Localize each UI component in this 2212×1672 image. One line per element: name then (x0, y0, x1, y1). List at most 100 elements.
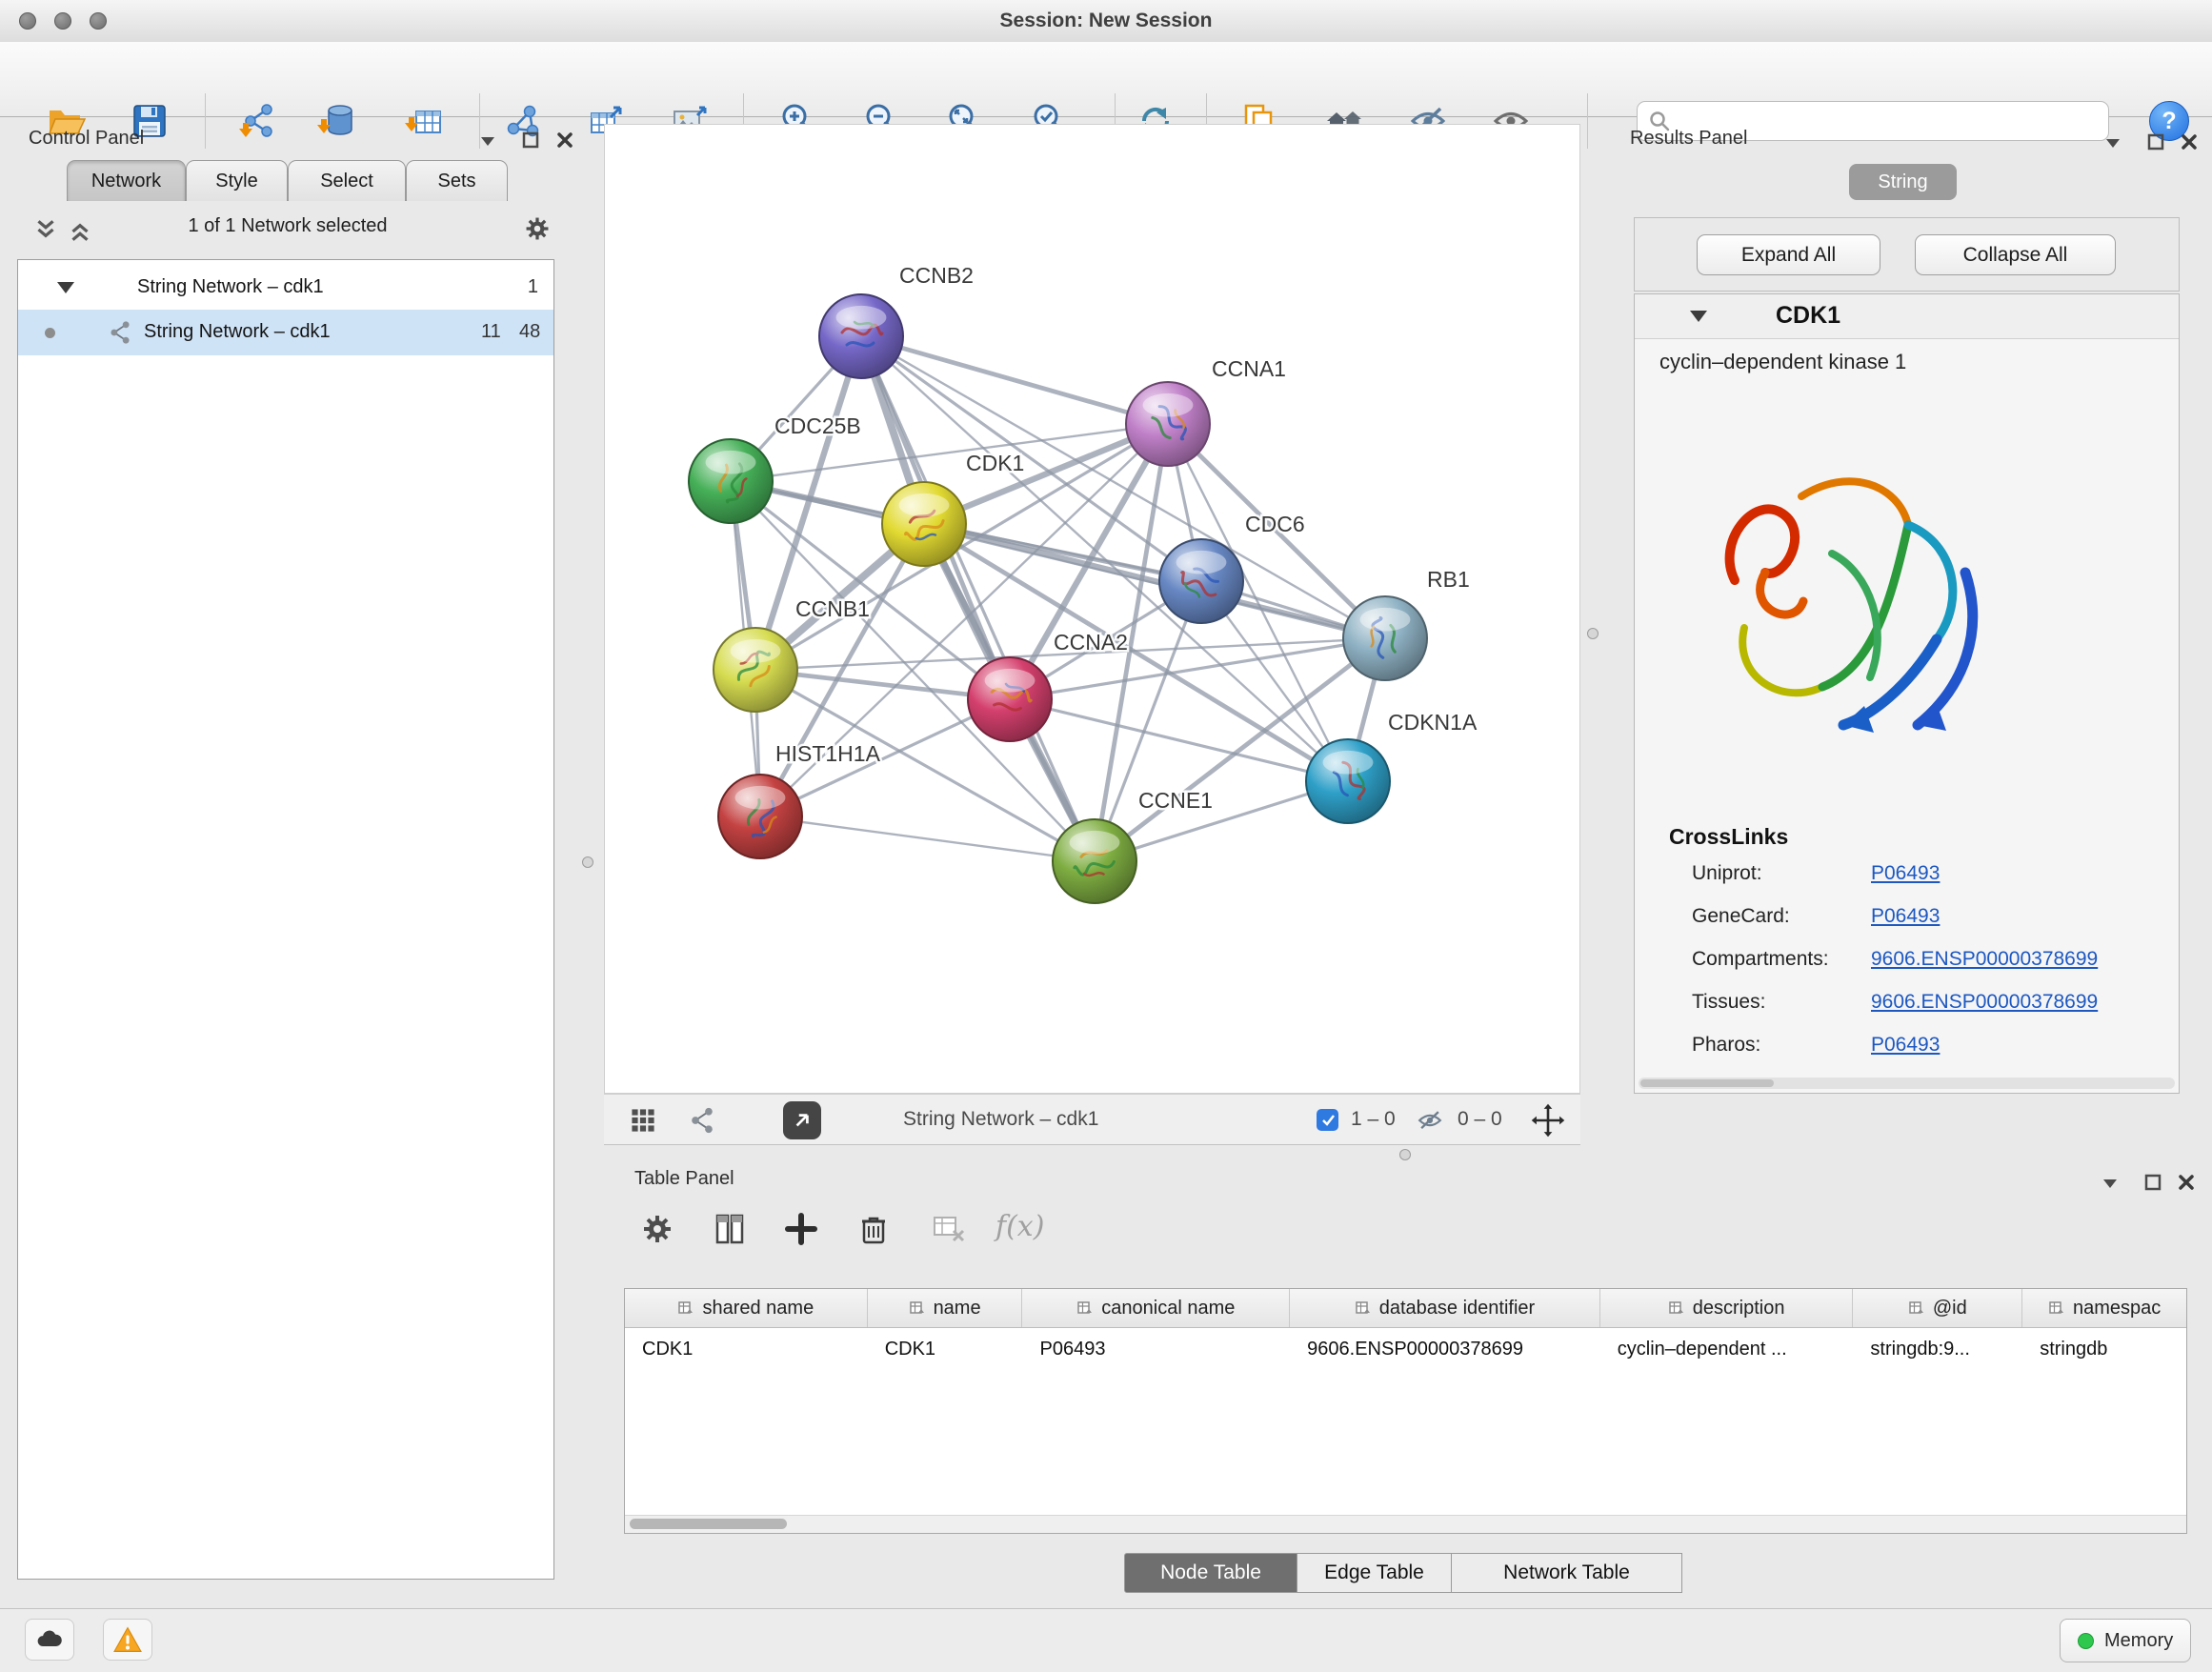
collapse-section-icon[interactable] (1690, 311, 1707, 322)
table-panel-float-button[interactable] (2144, 1174, 2162, 1196)
control-panel-float-button[interactable] (522, 131, 539, 153)
birds-eye-view-icon[interactable] (627, 1104, 659, 1141)
open-in-new-window-button[interactable] (783, 1101, 821, 1139)
crosslink-label: Compartments: (1692, 948, 1829, 971)
network-view-toolbar: String Network – cdk1 1 – 0 0 – 0 (604, 1094, 1580, 1145)
right-splitter-handle[interactable] (1587, 628, 1599, 639)
column-header[interactable]: @id (1853, 1289, 2022, 1327)
node-count: 11 (481, 321, 501, 343)
svg-text:CCNA2: CCNA2 (1054, 630, 1128, 655)
protein-section-header[interactable]: CDK1 (1635, 294, 2179, 339)
cloud-icon (33, 1623, 66, 1656)
column-header[interactable]: description (1600, 1289, 1854, 1327)
svg-text:CCNA1: CCNA1 (1212, 356, 1286, 381)
tree-expand-icon[interactable] (57, 282, 74, 293)
table-horizontal-scrollbar[interactable] (625, 1515, 2186, 1533)
node-CDKN1A[interactable]: CDKN1A (1306, 710, 1478, 823)
tab-sets[interactable]: Sets (406, 160, 508, 201)
window-title: Session: New Session (0, 0, 2212, 42)
selected-checkbox-icon[interactable] (1317, 1109, 1338, 1131)
network-view[interactable]: CCNB2CCNA1CDC25BCDK1CDC6RB1CCNB1CCNA2CDK… (604, 124, 1580, 1094)
network-graph[interactable]: CCNB2CCNA1CDC25BCDK1CDC6RB1CCNB1CCNA2CDK… (605, 125, 1579, 1093)
warnings-button[interactable] (103, 1619, 152, 1661)
column-header[interactable]: database identifier (1290, 1289, 1600, 1327)
table-panel-close-button[interactable] (2178, 1174, 2195, 1196)
pan-move-icon[interactable] (1530, 1102, 1566, 1143)
node-CCNA1[interactable]: CCNA1 (1126, 356, 1286, 466)
string-network-icon (106, 318, 134, 353)
svg-text:CDC25B: CDC25B (774, 413, 861, 438)
node-HIST1H1A[interactable]: HIST1H1A (718, 741, 881, 858)
gear-icon[interactable] (520, 212, 554, 251)
share-network-icon[interactable] (686, 1104, 718, 1141)
svg-text:RB1: RB1 (1427, 567, 1470, 592)
tab-style[interactable]: Style (186, 160, 288, 201)
tab-edge-table[interactable]: Edge Table (1297, 1553, 1452, 1593)
svg-text:HIST1H1A: HIST1H1A (775, 741, 881, 766)
column-icon (1076, 1299, 1094, 1317)
bottom-splitter-handle[interactable] (1399, 1149, 1411, 1160)
collapse-all-button[interactable]: Collapse All (1915, 234, 2116, 275)
function-builder-icon[interactable]: f(x) (995, 1210, 1044, 1243)
delete-table-icon-disabled (927, 1208, 969, 1250)
svg-text:CCNB1: CCNB1 (795, 596, 870, 621)
control-panel-collapse-button[interactable] (478, 133, 497, 153)
main-toolbar: ? (0, 42, 2212, 117)
control-panel: Control Panel Network Style Select Sets … (11, 124, 564, 1583)
column-header[interactable]: canonical name (1022, 1289, 1290, 1327)
left-splitter-handle[interactable] (582, 856, 593, 868)
crosslink-pharos[interactable]: P06493 (1871, 1034, 1940, 1057)
svg-text:CDKN1A: CDKN1A (1388, 710, 1478, 735)
control-panel-title: Control Panel (29, 128, 144, 150)
tab-select[interactable]: Select (288, 160, 406, 201)
svg-text:CDK1: CDK1 (966, 451, 1024, 475)
edge-HIST1H1A-CCNE1[interactable] (760, 816, 1095, 861)
node-CCNE1[interactable]: CCNE1 (1053, 788, 1213, 903)
network-collection-row[interactable]: String Network – cdk1 1 (18, 266, 553, 310)
edge-CDK1-RB1[interactable] (924, 524, 1385, 638)
edge-CCNB2-CCNA1[interactable] (861, 336, 1168, 424)
toolbar-separator (1587, 93, 1588, 149)
delete-column-trash-icon[interactable] (853, 1208, 895, 1250)
crosslink-label: GeneCard: (1692, 905, 1790, 928)
tab-node-table[interactable]: Node Table (1124, 1553, 1297, 1593)
table-row[interactable]: CDK1 CDK1 P06493 9606.ENSP00000378699 cy… (625, 1328, 2186, 1370)
tab-network-table[interactable]: Network Table (1452, 1553, 1682, 1593)
results-scrollbar-thumb[interactable] (1640, 1079, 1774, 1087)
results-panel: Results Panel String Expand All Collapse… (1622, 124, 2195, 1160)
results-panel-close-button[interactable] (2181, 133, 2198, 155)
svg-text:CDC6: CDC6 (1245, 512, 1305, 536)
arrow-up-right-icon (790, 1108, 814, 1133)
results-panel-float-button[interactable] (2147, 133, 2164, 155)
node-RB1[interactable]: RB1 (1343, 567, 1470, 680)
results-scrollbar[interactable] (1639, 1078, 2175, 1089)
current-network-bullet (45, 328, 55, 338)
cloud-button[interactable] (25, 1619, 74, 1661)
column-header[interactable]: namespac (2022, 1289, 2186, 1327)
crosslink-compartments[interactable]: 9606.ENSP00000378699 (1871, 948, 2098, 971)
memory-button[interactable]: Memory (2060, 1619, 2191, 1662)
collection-label: String Network – cdk1 (137, 276, 324, 298)
expand-all-button[interactable]: Expand All (1697, 234, 1880, 275)
table-settings-gear-icon[interactable] (636, 1208, 678, 1250)
results-panel-title: Results Panel (1630, 128, 1747, 150)
tab-string[interactable]: String (1849, 164, 1957, 200)
crosslink-genecard[interactable]: P06493 (1871, 905, 1940, 928)
crosslink-tissues[interactable]: 9606.ENSP00000378699 (1871, 991, 2098, 1014)
crosslink-uniprot[interactable]: P06493 (1871, 862, 1940, 885)
scrollbar-thumb[interactable] (630, 1519, 787, 1529)
column-header[interactable]: name (868, 1289, 1023, 1327)
tab-network[interactable]: Network (67, 160, 186, 201)
table-header-row: shared name name canonical name database… (625, 1289, 2186, 1328)
column-header[interactable]: shared name (625, 1289, 868, 1327)
add-column-plus-icon[interactable] (780, 1208, 822, 1250)
control-panel-close-button[interactable] (556, 131, 573, 153)
collection-count: 1 (528, 276, 538, 298)
network-row-selected[interactable]: String Network – cdk1 11 48 (18, 310, 553, 355)
edge-CCNB2-CCNE1[interactable] (861, 336, 1095, 861)
table-panel-collapse-button[interactable] (2101, 1176, 2120, 1196)
show-columns-icon[interactable] (709, 1208, 751, 1250)
hidden-count: 0 – 0 (1458, 1108, 1502, 1131)
results-panel-collapse-button[interactable] (2103, 135, 2122, 155)
node-CCNB1[interactable]: CCNB1 (714, 596, 870, 712)
